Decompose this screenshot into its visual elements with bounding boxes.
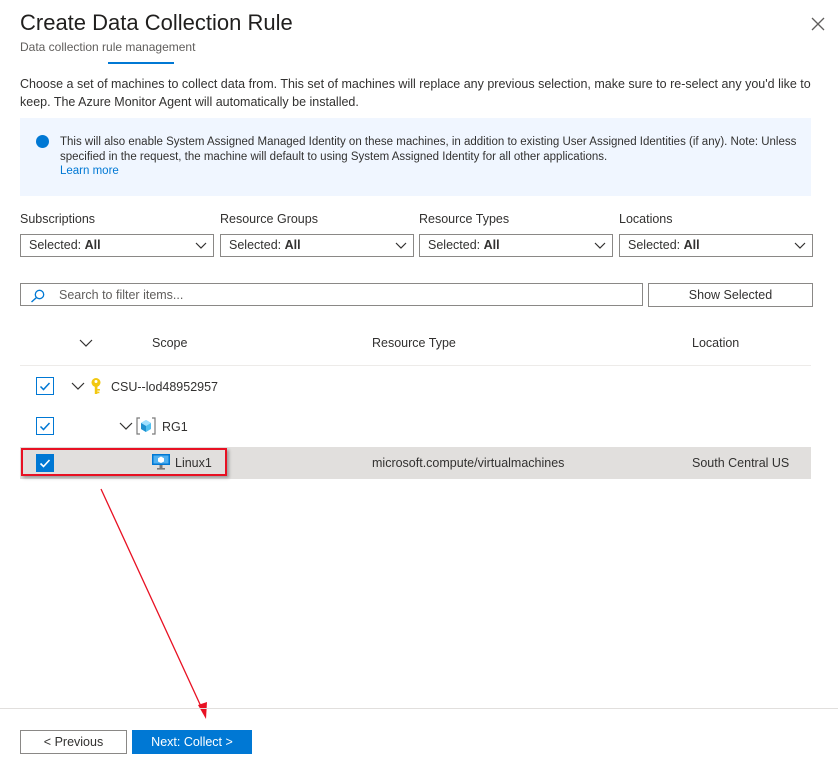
tree-item-subscription[interactable]: CSU--lod48952957	[111, 380, 218, 394]
search-box[interactable]	[20, 283, 643, 306]
checkmark-icon	[39, 382, 51, 391]
filter-value: All	[683, 238, 700, 252]
next-collect-button[interactable]: Next: Collect >	[132, 730, 252, 754]
filter-label-resource-groups: Resource Groups	[220, 212, 318, 226]
cell-resource-type: microsoft.compute/virtualmachines	[372, 456, 565, 470]
previous-button[interactable]: < Previous	[20, 730, 127, 754]
page-subtitle: Data collection rule management	[20, 40, 196, 54]
filter-value: All	[483, 238, 500, 252]
filter-dropdown-resource-types[interactable]: Selected: All	[419, 234, 613, 257]
close-icon	[811, 17, 825, 31]
page-title: Create Data Collection Rule	[20, 10, 293, 35]
expand-all-chevron-icon[interactable]	[79, 338, 93, 348]
chevron-down-icon[interactable]	[71, 381, 85, 391]
learn-more-link[interactable]: Learn more	[60, 165, 119, 177]
filter-value: All	[284, 238, 301, 252]
column-header-location[interactable]: Location	[692, 336, 739, 350]
filter-prefix: Selected:	[29, 238, 82, 252]
filter-label-locations: Locations	[619, 212, 673, 226]
chevron-down-icon	[794, 242, 806, 249]
row-checkbox-resource-group[interactable]	[36, 417, 54, 435]
intro-text: Choose a set of machines to collect data…	[20, 77, 811, 109]
cell-location: South Central US	[692, 456, 790, 470]
filter-label-resource-types: Resource Types	[419, 212, 510, 226]
footer-divider	[0, 708, 838, 709]
filter-value: All	[84, 238, 101, 252]
close-button[interactable]	[808, 14, 828, 34]
info-text: This will also enable System Assigned Ma…	[60, 136, 797, 163]
column-header-resource-type[interactable]: Resource Type	[372, 336, 456, 350]
tab-indicator	[108, 62, 174, 64]
filter-dropdown-subscriptions[interactable]: Selected: All	[20, 234, 214, 257]
filter-prefix: Selected:	[428, 238, 481, 252]
filter-dropdown-resource-groups[interactable]: Selected: All	[220, 234, 414, 257]
header-divider	[20, 365, 811, 366]
chevron-down-icon	[195, 242, 207, 249]
tree-item-resource-group[interactable]: RG1	[162, 420, 188, 434]
key-icon	[91, 378, 101, 394]
filter-prefix: Selected:	[229, 238, 282, 252]
chevron-down-icon	[395, 242, 407, 249]
info-banner: This will also enable System Assigned Ma…	[20, 118, 811, 196]
row-checkbox-subscription[interactable]	[36, 377, 54, 395]
search-icon	[31, 289, 45, 303]
filter-label-subscriptions: Subscriptions	[20, 212, 96, 226]
chevron-down-icon	[594, 242, 606, 249]
column-header-scope[interactable]: Scope	[152, 336, 187, 350]
search-input[interactable]	[57, 286, 627, 303]
checkmark-icon	[39, 422, 51, 431]
show-selected-button[interactable]: Show Selected	[648, 283, 813, 307]
resource-group-icon	[136, 417, 156, 435]
annotation-highlight-box	[21, 448, 227, 476]
filter-prefix: Selected:	[628, 238, 681, 252]
filter-dropdown-locations[interactable]: Selected: All	[619, 234, 813, 257]
chevron-down-icon[interactable]	[119, 421, 133, 431]
info-icon	[36, 135, 49, 148]
